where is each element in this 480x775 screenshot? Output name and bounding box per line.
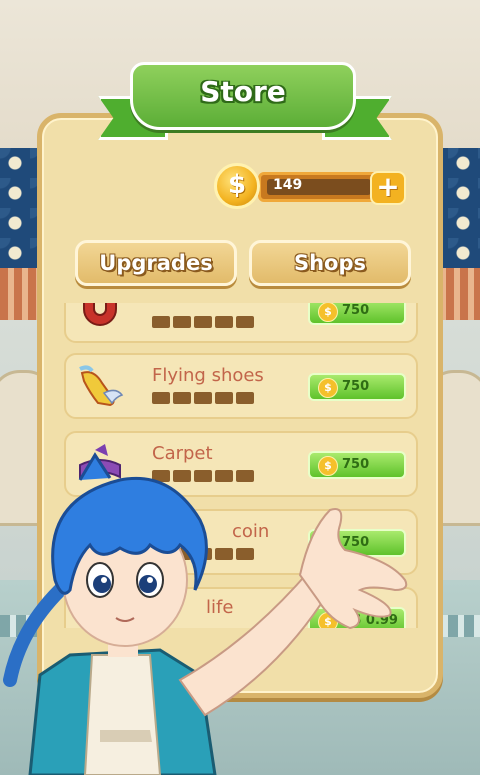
coin-icon: $ bbox=[214, 163, 260, 209]
coin-icon: $ bbox=[318, 456, 338, 476]
tab-shops[interactable]: Shops bbox=[249, 240, 411, 286]
upgrade-level bbox=[152, 392, 254, 404]
item-price: 750 bbox=[342, 303, 370, 318]
list-item: $ 750 bbox=[64, 303, 418, 343]
buy-button[interactable]: $ RS 0.99 bbox=[308, 607, 406, 628]
tab-upgrades[interactable]: Upgrades bbox=[75, 240, 237, 286]
list-item: Flying shoes $ 750 bbox=[64, 353, 418, 419]
coin-icon: $ bbox=[318, 378, 338, 398]
item-price: 750 bbox=[342, 457, 370, 472]
list-item: Carpet $ 750 bbox=[64, 431, 418, 497]
item-name: coin bbox=[232, 521, 270, 542]
item-price: RS 0.99 bbox=[342, 613, 398, 628]
carpet-icon bbox=[76, 441, 124, 489]
coin-icon: $ bbox=[318, 612, 338, 628]
buy-button[interactable]: $ 750 bbox=[308, 451, 406, 479]
list-item: coin $ 750 bbox=[64, 509, 418, 575]
coin-icon bbox=[76, 519, 124, 567]
buy-button[interactable]: $ 750 bbox=[308, 529, 406, 557]
list-item: life $ RS 0.99 bbox=[64, 587, 418, 628]
heart-icon bbox=[76, 597, 124, 628]
store-title-ribbon: Store bbox=[130, 62, 356, 130]
magnet-icon bbox=[76, 303, 124, 335]
store-title: Store bbox=[200, 75, 286, 108]
upgrade-list[interactable]: $ 750 Flying shoes $ 750 Carpet $ 750 co… bbox=[60, 303, 420, 628]
add-coins-button[interactable]: + bbox=[370, 171, 406, 205]
coin-icon: $ bbox=[318, 534, 338, 554]
upgrade-level bbox=[152, 548, 254, 560]
item-price: 750 bbox=[342, 535, 370, 550]
item-price: 750 bbox=[342, 379, 370, 394]
upgrade-level bbox=[152, 316, 254, 328]
item-name: Flying shoes bbox=[152, 365, 264, 386]
winged-shoe-icon bbox=[76, 363, 124, 411]
coin-balance: 149 bbox=[273, 177, 303, 193]
coin-icon: $ bbox=[318, 303, 338, 322]
upgrade-level bbox=[152, 470, 254, 482]
item-name: life bbox=[206, 597, 234, 618]
item-name: Carpet bbox=[152, 443, 213, 464]
buy-button[interactable]: $ 750 bbox=[308, 303, 406, 325]
buy-button[interactable]: $ 750 bbox=[308, 373, 406, 401]
